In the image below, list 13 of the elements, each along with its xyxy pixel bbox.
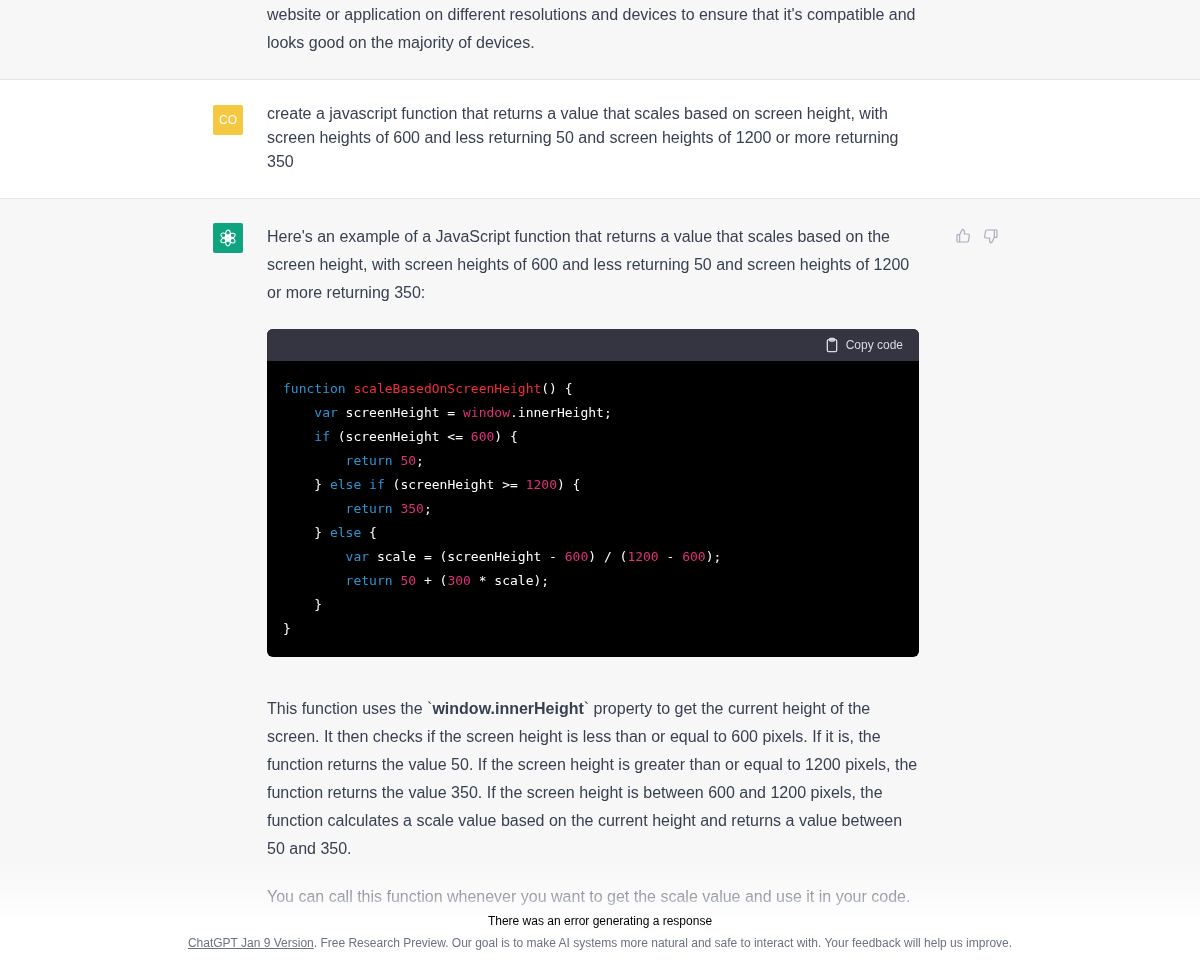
message-text: create a javascript function that returns a value that scales based on screen height, with screen heights of 600 and less returning 50 and screen heights of 1200 or more returning 350 <box>267 104 900 172</box>
user-avatar: CO <box>213 105 243 135</box>
thumbs-down-icon <box>983 228 999 244</box>
message-text: website or application on different resolutions and devices to ensure that it's compatible and looks good on the majority of devices. <box>267 5 917 53</box>
message-text: This function uses the `window.innerHeight` property to get the current height of the screen. It then checks if the screen height is less than or equal to 600 pixels. If it is, the function returns the value 50. If the screen height is greater than or equal to 1200 pixels, the function returns the value 350. If the screen height is between 600 and 1200 pixels, the function calculates a scale value based on the current height and returns a value between 50 and 350. <box>267 699 919 859</box>
message-text: You can call this function whenever you want to get the scale value and use it in your code. <box>267 887 912 907</box>
error-message: There was an error generating a response <box>487 914 713 928</box>
message-text: Here's an example of a JavaScript function that returns a value that scales based on the screen height, with screen heights of 600 and less returning 50 and screen heights of 1200 or more returning 350: <box>267 227 911 303</box>
copy-code-button[interactable]: Copy code <box>823 337 903 353</box>
footer-text: ChatGPT Jan 9 Version. Free Research Preview. Our goal is to make AI systems more natural and safe to interact with. Your feedback will help us improve. <box>187 936 1013 950</box>
thumbs-up-icon <box>955 228 971 244</box>
version-link[interactable]: ChatGPT Jan 9 Version <box>187 936 314 950</box>
code-text: function scaleBasedOnScreenHeight() { var screenHeight = window.innerHeight; if (screenHeight <= 600) { return 50; } else if (screenHeight >= 1200) { return 350; } else { var scale = (screenHeight - 600) / (1200 - 600); return 50 + (300 * scale); } } <box>282 380 723 638</box>
